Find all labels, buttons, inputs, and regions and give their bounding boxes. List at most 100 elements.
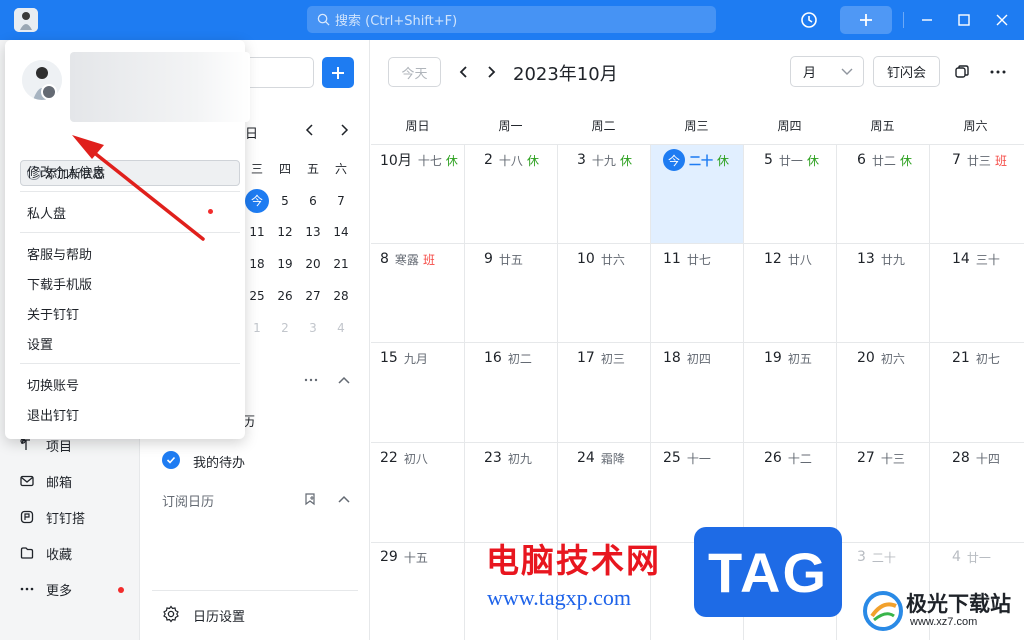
my-calendars-more-icon[interactable]	[302, 372, 320, 388]
gear-icon[interactable]	[162, 605, 180, 623]
prev-month-icon[interactable]	[455, 62, 473, 82]
lunar-date: 十一	[686, 451, 711, 466]
mini-day[interactable]: 18	[243, 253, 271, 275]
chevron-up-icon[interactable]	[336, 372, 352, 388]
mini-day[interactable]: 7	[327, 190, 355, 212]
calendar-day[interactable]: 27 十三	[857, 448, 905, 468]
mini-day[interactable]: 12	[271, 221, 299, 243]
mini-day[interactable]: 20	[299, 253, 327, 275]
calendar-day[interactable]: 28 十四	[952, 448, 1000, 468]
mini-day[interactable]: 5	[271, 190, 299, 212]
calendar-day[interactable]: 2 十八休	[484, 150, 539, 170]
calendar-day[interactable]: 12 廿八	[764, 249, 812, 269]
mini-day[interactable]: 1	[243, 317, 271, 339]
meeting-button[interactable]: 钉闪会	[873, 56, 940, 87]
calendar-settings-link[interactable]: 日历设置	[193, 606, 245, 625]
sync-icon[interactable]	[952, 62, 972, 82]
calendar-day[interactable]: 21 初七	[952, 348, 1000, 368]
mini-day[interactable]: 25	[243, 285, 271, 307]
day-number: 7	[952, 152, 961, 168]
calendar-day[interactable]: 18 初四	[663, 348, 711, 368]
nav-item-favorite[interactable]: 收藏	[18, 541, 72, 565]
nav-item-mail[interactable]: 邮箱	[18, 469, 72, 493]
calendar-day[interactable]: 23 初九	[484, 448, 532, 468]
calendar-day[interactable]: 10 廿六	[577, 249, 625, 269]
calendar-day[interactable]: 24 霜降	[577, 448, 625, 468]
view-select[interactable]: 月	[790, 56, 864, 87]
calendar-day[interactable]: 6 廿二休	[857, 150, 912, 170]
lunar-date: 二十	[871, 550, 896, 565]
menu-item-logout[interactable]: 退出钉钉	[27, 405, 79, 424]
maximize-icon[interactable]	[954, 10, 974, 30]
chevron-up-icon[interactable]	[336, 491, 352, 507]
menu-item-settings[interactable]: 设置	[27, 334, 53, 353]
sidebar-search-input[interactable]	[245, 57, 314, 88]
next-month-icon[interactable]	[482, 62, 500, 82]
calendar-day[interactable]: 19 初五	[764, 348, 812, 368]
mini-day-today[interactable]: 今	[245, 189, 269, 213]
minimize-icon[interactable]	[917, 10, 937, 30]
menu-item-edit-profile[interactable]: 修改个人信息	[27, 162, 105, 181]
calendar-day[interactable]: 10月 十七休	[380, 150, 458, 170]
more-options-icon[interactable]	[988, 62, 1008, 82]
calendar-day[interactable]: 14 三十	[952, 249, 1000, 269]
calendar-day[interactable]: 13 廿九	[857, 249, 905, 269]
lunar-date: 初四	[686, 351, 711, 366]
nav-item-build[interactable]: 钉钉搭	[18, 505, 85, 529]
close-icon[interactable]	[992, 10, 1012, 30]
chevron-left-icon[interactable]	[302, 122, 318, 138]
lunar-date: 廿一	[966, 550, 991, 565]
create-button[interactable]	[840, 6, 892, 34]
aurora-logo-icon	[863, 591, 903, 631]
menu-item-switch-account[interactable]: 切换账号	[27, 375, 79, 394]
calendar-day[interactable]: 25 十一	[663, 448, 711, 468]
menu-item-download-mobile[interactable]: 下载手机版	[27, 274, 92, 293]
nav-item-more[interactable]: 更多	[18, 577, 72, 601]
calendar-day[interactable]: 11 廿七	[663, 249, 711, 269]
day-number: 4	[952, 549, 961, 565]
todo-checkbox[interactable]	[162, 451, 180, 469]
calendar-day[interactable]: 17 初三	[577, 348, 625, 368]
camera-icon[interactable]	[41, 84, 57, 100]
history-icon[interactable]	[798, 9, 820, 31]
mini-day[interactable]: 19	[271, 253, 299, 275]
chevron-right-icon[interactable]	[336, 122, 352, 138]
subscribe-icon[interactable]	[303, 492, 317, 506]
calendar-day[interactable]: 29 十五	[380, 547, 428, 567]
mini-day[interactable]: 11	[243, 221, 271, 243]
calendar-day[interactable]: 5 廿一休	[764, 150, 819, 170]
mini-day[interactable]: 21	[327, 253, 355, 275]
menu-divider	[20, 191, 240, 192]
mini-day[interactable]: 2	[271, 317, 299, 339]
mini-day[interactable]: 4	[327, 317, 355, 339]
mini-day[interactable]: 13	[299, 221, 327, 243]
search-bar[interactable]: 搜索 (Ctrl+Shift+F)	[307, 6, 716, 33]
calendar-day[interactable]: 4 廿一	[952, 547, 991, 567]
mini-day[interactable]: 28	[327, 285, 355, 307]
calendar-day[interactable]: 16 初二	[484, 348, 532, 368]
menu-item-help[interactable]: 客服与帮助	[27, 244, 92, 263]
mini-day[interactable]: 6	[299, 190, 327, 212]
mini-day[interactable]: 26	[271, 285, 299, 307]
calendar-day[interactable]: 15 九月	[380, 348, 428, 368]
calendar-day-today[interactable]: 今二十休	[663, 149, 729, 171]
weekday-header: 周六	[963, 119, 988, 133]
calendar-day[interactable]: 26 十二	[764, 448, 812, 468]
calendar-day[interactable]: 9 廿五	[484, 249, 523, 269]
today-button[interactable]: 今天	[388, 57, 441, 87]
mini-day[interactable]: 14	[327, 221, 355, 243]
mini-day[interactable]: 3	[299, 317, 327, 339]
mini-day[interactable]: 27	[299, 285, 327, 307]
user-avatar[interactable]	[14, 8, 38, 32]
menu-item-about[interactable]: 关于钉钉	[27, 304, 79, 323]
calendar-day[interactable]: 8 寒露班	[380, 249, 435, 269]
calendar-day[interactable]: 3 二十	[857, 547, 896, 567]
add-event-button[interactable]	[322, 57, 354, 88]
calendar-day[interactable]: 3 十九休	[577, 150, 632, 170]
calendar-day[interactable]: 22 初八	[380, 448, 428, 468]
calendar-day[interactable]: 7 廿三班	[952, 150, 1007, 170]
watermark-site-name: 极光下载站	[906, 592, 1011, 616]
menu-item-private-drive[interactable]: 私人盘	[27, 203, 66, 222]
calendar-day[interactable]: 20 初六	[857, 348, 905, 368]
todo-calendar-label[interactable]: 我的待办	[193, 452, 245, 471]
